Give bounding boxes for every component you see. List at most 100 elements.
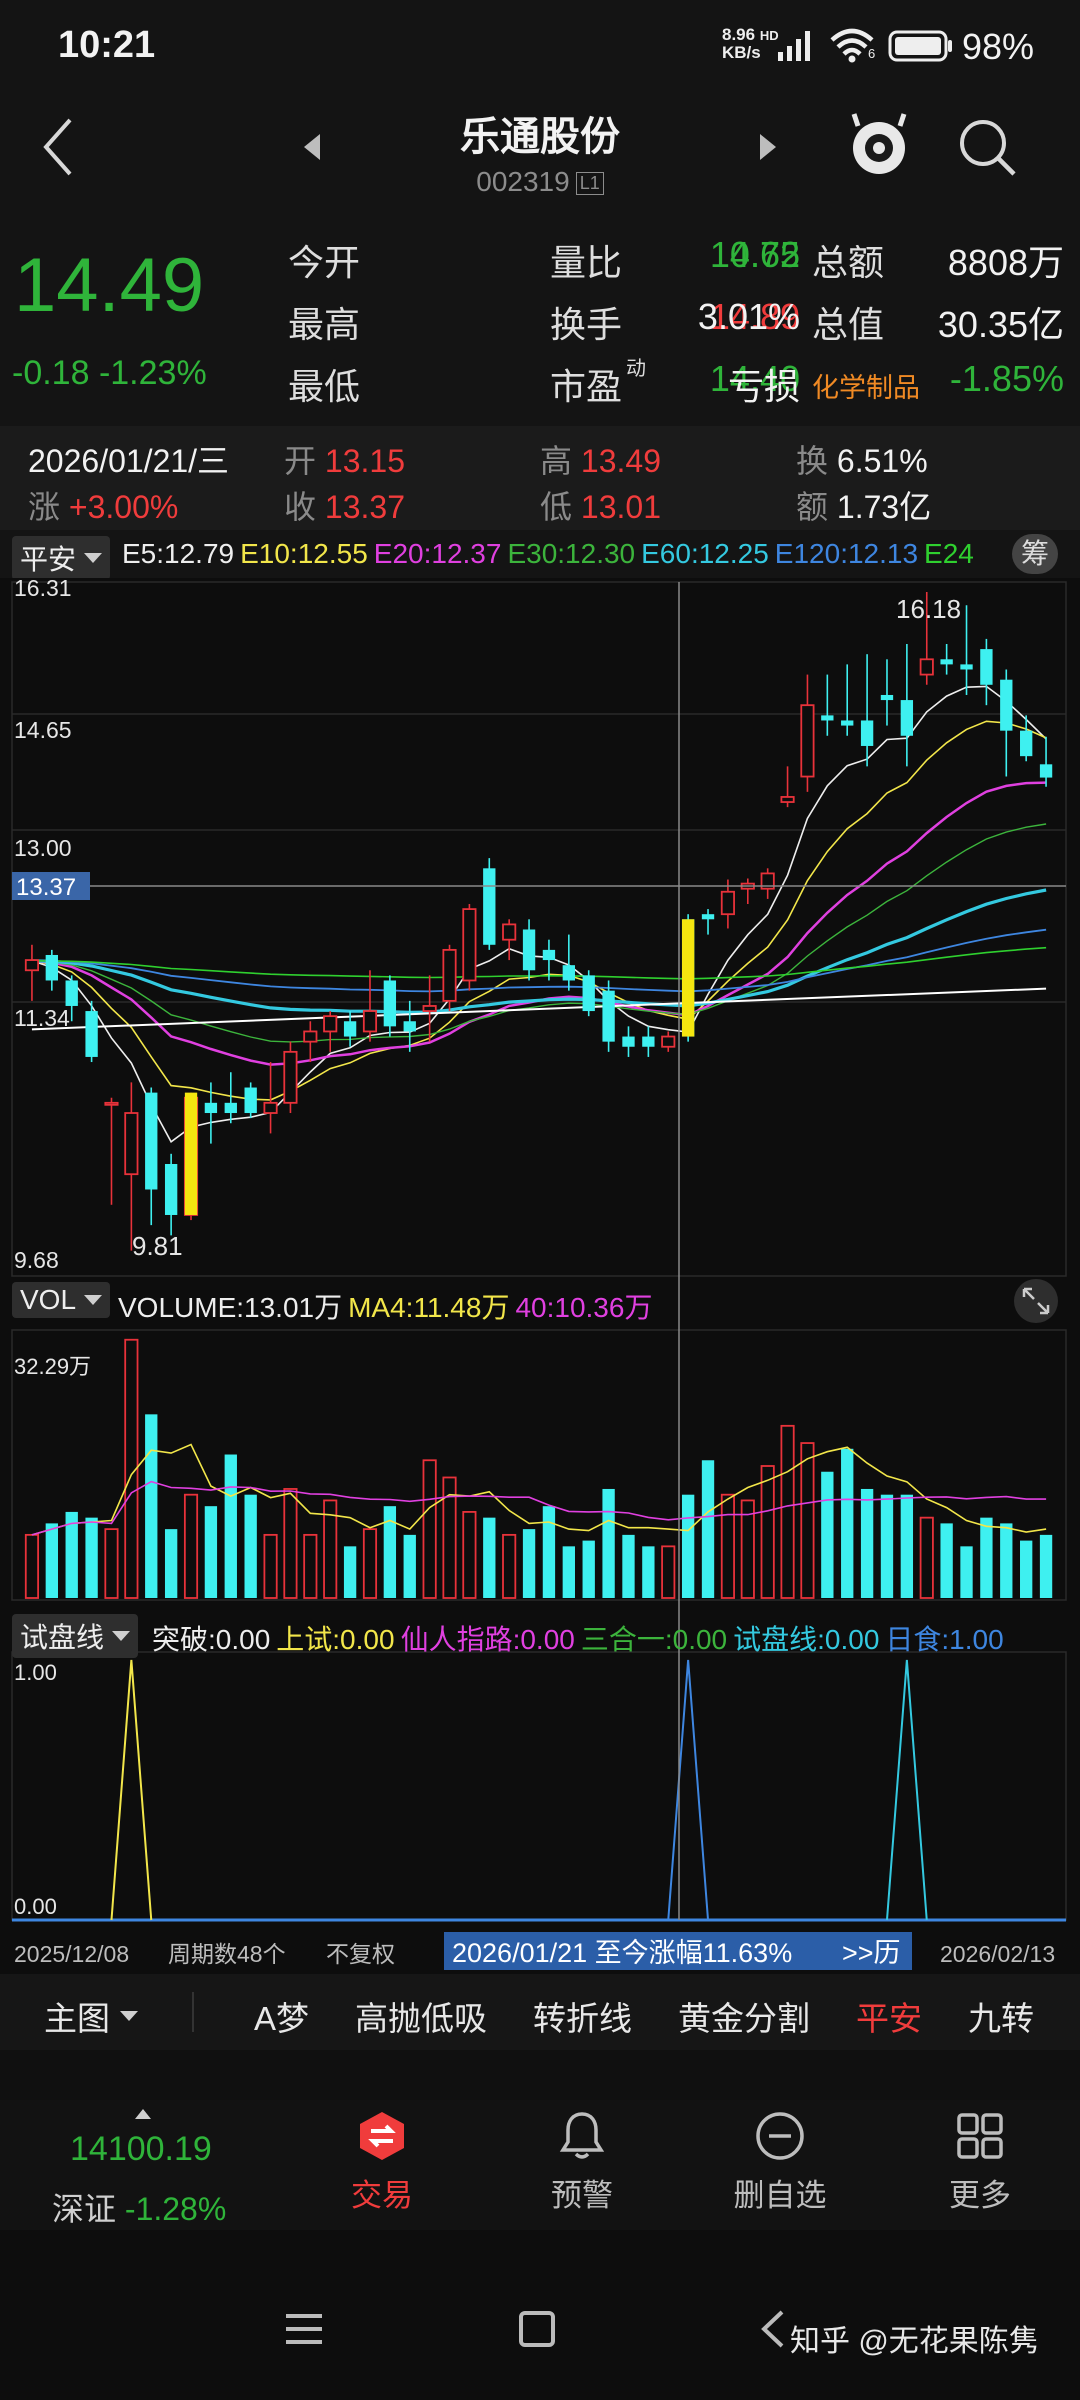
- signal-candle: [681, 919, 695, 1037]
- quote-label: 市盈: [550, 366, 623, 407]
- trade-icon: [360, 2112, 404, 2160]
- indicator-selector-wrap: 试盘线: [12, 1614, 139, 1658]
- volume-bar: [244, 1494, 257, 1598]
- main-indicator-dropdown[interactable]: 平安: [12, 536, 111, 580]
- dock-item[interactable]: 删自选: [720, 2108, 840, 2215]
- dock-item[interactable]: 交易: [322, 2108, 442, 2215]
- sub-indicator-label: 试盘线: [20, 1622, 105, 1653]
- quote-value: 8808万: [947, 242, 1064, 283]
- last-price: 14.49: [14, 243, 205, 328]
- volume-bar: [45, 1523, 58, 1598]
- indicator-tab[interactable]: A梦: [254, 1992, 309, 2040]
- selected-day-info: 2026/01/21/三 涨 +3.00% 开 13.15 收 13.37 高 …: [0, 426, 1080, 530]
- range-gain-text: 2026/01/21 至今涨幅11.63%: [452, 1938, 792, 1968]
- net-speed-value: 8.96: [722, 25, 756, 44]
- volume-bar: [622, 1534, 635, 1598]
- legend-label: E5:12.79: [122, 538, 235, 569]
- change-percent: -1.23%: [98, 354, 207, 392]
- volume-indicator-dropdown[interactable]: VOL: [12, 1282, 111, 1318]
- volume-bar: [681, 1494, 695, 1598]
- signal-icon: [778, 31, 810, 61]
- menu-icon[interactable]: [284, 2312, 324, 2346]
- volume-bar: [483, 1517, 496, 1598]
- stock-code-value: 002319: [476, 166, 570, 197]
- search-icon[interactable]: [956, 116, 1018, 178]
- mascot-icon[interactable]: [848, 108, 910, 178]
- volume-bar: [542, 1506, 556, 1598]
- index-change: -1.28%: [124, 2191, 227, 2227]
- volume-bar: [164, 1529, 178, 1598]
- volume-indicator-label: VOL: [20, 1284, 77, 1315]
- minus-circle-icon: [756, 2112, 804, 2160]
- volume-bar: [821, 1471, 834, 1598]
- legend-label: E60:12.25: [641, 538, 769, 569]
- candle: [283, 1041, 298, 1114]
- quote-value: -1.85%: [949, 358, 1064, 399]
- close-value: 13.37: [324, 489, 405, 525]
- sub-indicator-dropdown[interactable]: 试盘线: [12, 1614, 139, 1658]
- chevron-down-icon: [84, 1295, 103, 1305]
- dock-item-label: 更多: [949, 2178, 1011, 2213]
- volume-bar: [145, 1414, 158, 1598]
- volume-bar: [85, 1517, 98, 1598]
- volume-bar: [204, 1506, 218, 1598]
- back-nav-icon[interactable]: [760, 2308, 786, 2350]
- volume-bar: [841, 1448, 854, 1598]
- indicator-tab[interactable]: 黄金分割: [678, 1992, 810, 2040]
- legend-label: 仙人指路:0.00: [400, 1624, 575, 1655]
- adjust-mode[interactable]: 不复权: [326, 1941, 395, 1967]
- main-chart-selector[interactable]: 主图: [44, 1992, 138, 2040]
- next-stock-icon[interactable]: [758, 132, 778, 162]
- indicator-tab[interactable]: 九转: [968, 1992, 1034, 2040]
- stock-nav-bar: 乐通股份 002319 L1: [0, 90, 1080, 212]
- caret-up-icon[interactable]: [134, 2108, 152, 2120]
- main-indicator-label: 平安: [20, 544, 77, 575]
- index-value[interactable]: 14100.19: [70, 2130, 212, 2169]
- quote-label: 化学制品: [812, 373, 920, 403]
- charts-area[interactable]: 16.31 14.65 13.00 11.34 9.68 13.37 16.18 9.8…: [0, 578, 1080, 1974]
- high-label: 高: [540, 443, 573, 479]
- network-speed: 8.96 HD KB/s: [722, 26, 779, 61]
- indicator-y-top: 1.00: [14, 1660, 57, 1685]
- volume-selector-wrap: VOL: [12, 1282, 111, 1318]
- indicator-y-bottom: 0.00: [14, 1894, 57, 1919]
- net-speed-unit: KB/s: [722, 43, 761, 62]
- volume-bar: [403, 1534, 416, 1598]
- battery-percent: 98%: [962, 26, 1035, 67]
- index-info[interactable]: 深证 -1.28%: [52, 2184, 226, 2230]
- rise-value: +3.00%: [68, 489, 179, 525]
- quote-label: 最高: [288, 304, 361, 345]
- legend-label: E120:12.13: [774, 538, 919, 569]
- period-count: 周期数48个: [168, 1941, 286, 1967]
- dock-item[interactable]: 更多: [920, 2108, 1040, 2215]
- change-value: -0.18: [12, 354, 90, 392]
- bell-icon: [559, 2112, 605, 2159]
- legend-label: 上试:0.00: [276, 1624, 395, 1655]
- volume-bar: [642, 1546, 655, 1598]
- ma-legend: E5:12.79 E10:12.55 E20:12.37 E30:12.30 E60:1…: [122, 538, 1012, 570]
- rise-label: 涨: [28, 489, 61, 525]
- indicator-tab[interactable]: 平安: [856, 1992, 922, 2040]
- history-button[interactable]: >>历: [842, 1938, 901, 1968]
- price-axis-label: 16.31: [14, 578, 72, 601]
- volume-y-max: 32.29万: [14, 1354, 91, 1379]
- expand-icon[interactable]: [1014, 1279, 1058, 1323]
- quote-label-sup: 动: [626, 358, 646, 380]
- chip-distribution-button[interactable]: 筹: [1012, 534, 1058, 574]
- turnover-label: 换: [796, 443, 829, 479]
- indicator-tab[interactable]: 高抛低吸: [355, 1992, 487, 2040]
- home-icon[interactable]: [518, 2310, 556, 2348]
- dock-item-label: 交易: [351, 2178, 413, 2213]
- volume-bar: [860, 1488, 874, 1598]
- volume-bar: [1020, 1540, 1033, 1598]
- legend-label: E10:12.55: [240, 538, 368, 569]
- level-badge: L1: [575, 172, 604, 196]
- legend-label: 三合一:0.00: [580, 1624, 728, 1655]
- dock-item[interactable]: 预警: [522, 2108, 642, 2215]
- tabs-gap: [0, 2050, 1080, 2100]
- indicator-tab[interactable]: 转折线: [533, 1992, 632, 2040]
- min-price-label: 9.81: [132, 1231, 183, 1261]
- legend-label: 40:10.36万: [515, 1292, 653, 1323]
- low-value: 13.01: [580, 489, 661, 525]
- turnover-value: 6.51%: [836, 443, 928, 479]
